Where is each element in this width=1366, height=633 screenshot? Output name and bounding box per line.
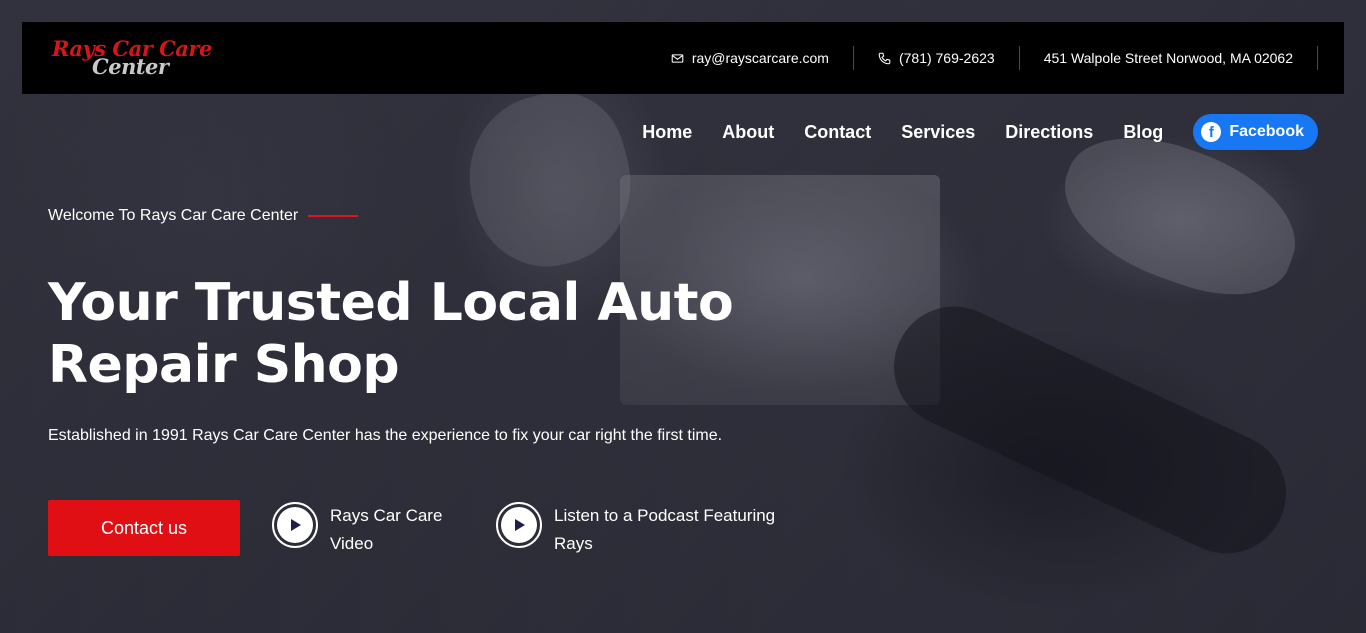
logo-line2: Center	[92, 54, 169, 79]
email-contact[interactable]: ray@rayscarcare.com	[647, 46, 854, 70]
envelope-icon	[671, 53, 684, 63]
nav-blog[interactable]: Blog	[1123, 122, 1163, 143]
top-bar: Rays Car Care Center ray@rayscarcare.com…	[22, 22, 1344, 94]
facebook-icon: f	[1201, 122, 1222, 142]
video-label: Rays Car Care Video	[330, 502, 442, 558]
main-nav: Home About Contact Services Directions B…	[642, 114, 1318, 150]
hero-subtext: Established in 1991 Rays Car Care Center…	[48, 427, 723, 444]
podcast-label-line2: Rays	[554, 534, 593, 553]
eyebrow-text: Welcome To Rays Car Care Center	[48, 207, 299, 224]
headline-line2: Repair Shop	[48, 335, 400, 395]
nav-services[interactable]: Services	[901, 122, 975, 143]
video-label-line1: Rays Car Care	[330, 506, 443, 525]
address-contact[interactable]: 451 Walpole Street Norwood, MA 02062	[1020, 46, 1318, 70]
nav-about[interactable]: About	[722, 122, 774, 143]
play-icon[interactable]	[496, 502, 542, 548]
phone-text: (781) 769-2623	[898, 50, 995, 66]
email-text: ray@rayscarcare.com	[691, 50, 829, 66]
hero-eyebrow: Welcome To Rays Car Care Center	[48, 207, 359, 225]
podcast-label-line1: Listen to a Podcast Featuring	[554, 506, 776, 525]
nav-contact[interactable]: Contact	[804, 122, 871, 143]
site-logo[interactable]: Rays Car Care Center	[52, 36, 212, 82]
phone-icon	[878, 52, 891, 64]
facebook-button[interactable]: f Facebook	[1193, 114, 1318, 150]
video-link[interactable]: Rays Car Care Video	[272, 502, 442, 558]
podcast-link[interactable]: Listen to a Podcast Featuring Rays	[496, 502, 775, 558]
video-label-line2: Video	[330, 534, 374, 553]
contact-info: ray@rayscarcare.com (781) 769-2623 451 W…	[647, 22, 1318, 94]
address-text: 451 Walpole Street Norwood, MA 02062	[1043, 50, 1293, 66]
headline-line1: Your Trusted Local Auto	[48, 273, 734, 333]
phone-contact[interactable]: (781) 769-2623	[854, 46, 1020, 70]
nav-directions[interactable]: Directions	[1005, 122, 1093, 143]
play-icon[interactable]	[272, 502, 318, 548]
hero-headline: Your Trusted Local Auto Repair Shop	[48, 272, 748, 396]
facebook-label: Facebook	[1229, 123, 1304, 140]
eyebrow-divider	[308, 215, 359, 217]
contact-us-button[interactable]: Contact us	[48, 500, 240, 556]
nav-home[interactable]: Home	[642, 122, 692, 143]
podcast-label: Listen to a Podcast Featuring Rays	[554, 502, 775, 558]
